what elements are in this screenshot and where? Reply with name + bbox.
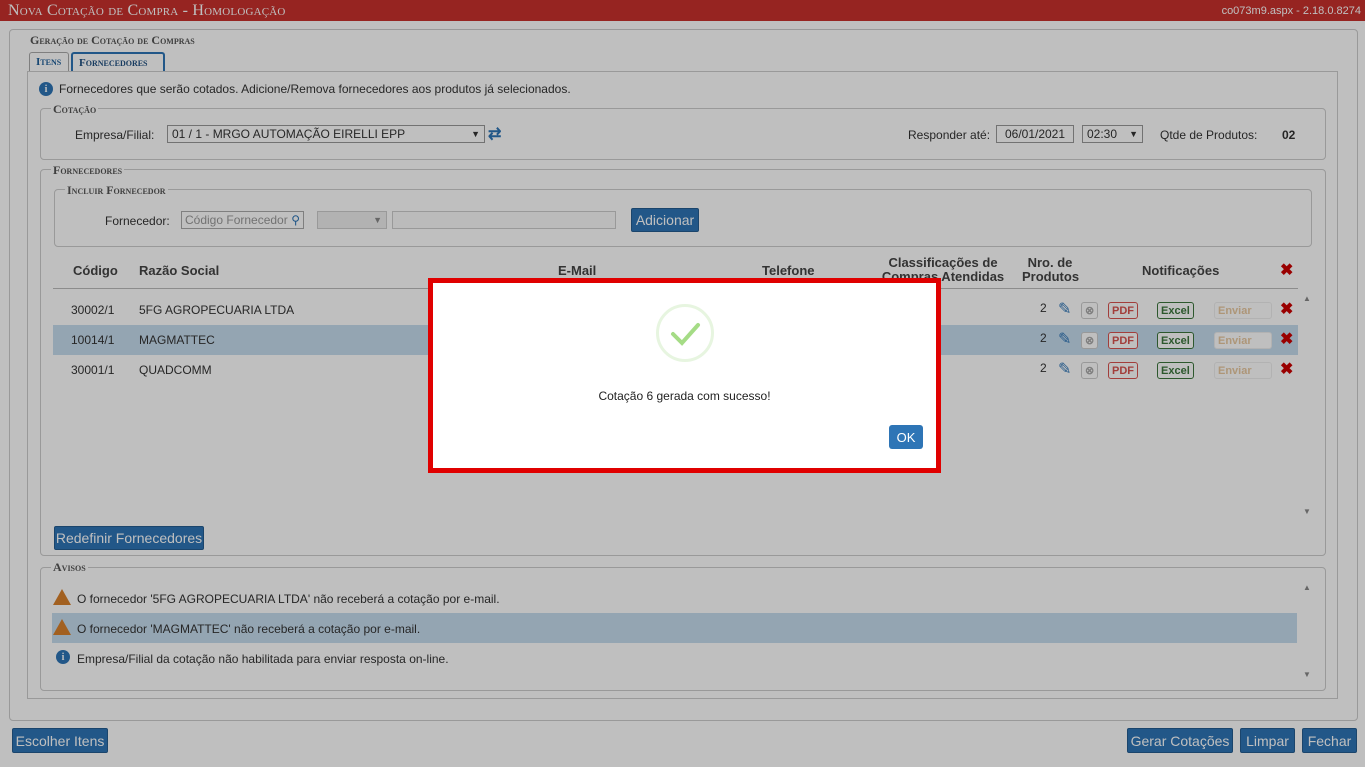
check-icon: [671, 323, 700, 346]
ok-button[interactable]: OK: [889, 425, 923, 449]
success-check-icon: [656, 304, 714, 362]
success-dialog: Cotação 6 gerada com sucesso! OK: [428, 278, 941, 473]
dialog-message: Cotação 6 gerada com sucesso!: [598, 389, 771, 403]
